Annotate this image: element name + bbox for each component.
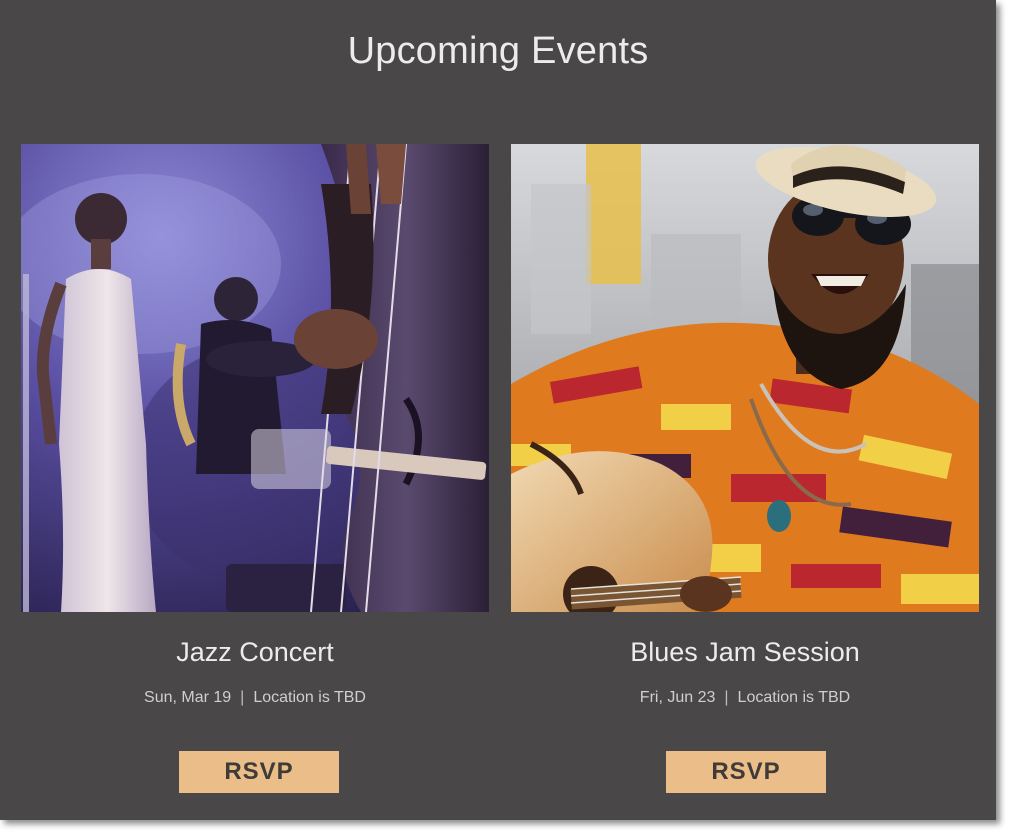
event-location: Location is TBD bbox=[737, 689, 851, 706]
event-image-jazz-concert[interactable] bbox=[21, 144, 489, 612]
event-title[interactable]: Jazz Concert bbox=[21, 637, 489, 668]
jazz-band-photo-icon bbox=[21, 144, 489, 612]
meta-separator: | bbox=[240, 689, 245, 706]
event-title[interactable]: Blues Jam Session bbox=[511, 637, 979, 668]
section-title: Upcoming Events bbox=[347, 30, 649, 72]
event-card-jazz-concert: Jazz Concert Sun, Mar 19 | Location is TBD… bbox=[21, 144, 489, 793]
event-card-blues-jam-session: Blues Jam Session Fri, Jun 23 | Location i… bbox=[511, 144, 979, 793]
rsvp-button[interactable]: RSVP bbox=[666, 751, 826, 793]
event-image-blues-jam-session[interactable] bbox=[511, 144, 979, 612]
event-date: Fri, Jun 23 bbox=[639, 689, 716, 706]
rsvp-button[interactable]: RSVP bbox=[179, 751, 339, 793]
events-section: Upcoming Events Jazz Concert Sun, Mar 19… bbox=[0, 0, 996, 820]
event-location: Location is TBD bbox=[253, 689, 366, 706]
event-details: Sun, Mar 19 | Location is TBD bbox=[21, 689, 489, 707]
event-date: Sun, Mar 19 bbox=[144, 689, 232, 706]
event-details: Fri, Jun 23 | Location is TBD bbox=[511, 689, 979, 707]
guitarist-photo-icon bbox=[511, 144, 979, 612]
meta-separator: | bbox=[724, 689, 729, 706]
